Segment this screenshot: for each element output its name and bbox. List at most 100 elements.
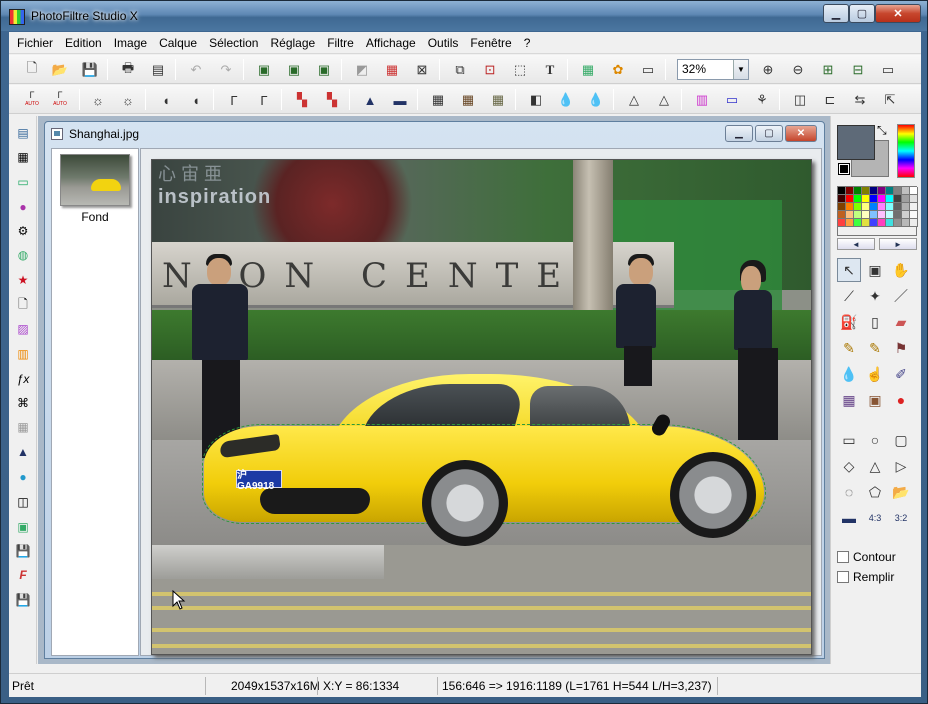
palette-swatch[interactable] — [870, 195, 878, 203]
save-html-icon[interactable]: 💾 — [14, 591, 32, 609]
fit-icon[interactable]: ⊡ — [479, 59, 501, 81]
color-mode-icon[interactable]: ▦ — [381, 59, 403, 81]
flip-vertical-icon[interactable]: △ — [623, 89, 645, 111]
maximize-button[interactable]: ▢ — [849, 4, 875, 23]
monitor-icon[interactable]: ▭ — [14, 173, 32, 191]
foreground-color-swatch[interactable] — [837, 125, 875, 160]
menu-outils[interactable]: Outils — [422, 33, 465, 53]
line-tool-icon[interactable]: ／ — [889, 284, 913, 308]
print-icon[interactable]: 🖶 — [117, 59, 139, 81]
soften-icon[interactable]: 💧 — [585, 89, 607, 111]
mosaic-icon[interactable]: ▦ — [427, 89, 449, 111]
pattern-brush-icon[interactable]: ✐ — [889, 362, 913, 386]
menu-image[interactable]: Image — [108, 33, 153, 53]
palette-swatch[interactable] — [838, 219, 846, 227]
advanced-brush-icon[interactable]: ✎ — [863, 336, 887, 360]
sphere-icon[interactable]: ● — [14, 198, 32, 216]
palette-swatch[interactable] — [910, 219, 918, 227]
page-icon[interactable]: 🗋 — [14, 296, 32, 314]
palette-swatch[interactable] — [910, 211, 918, 219]
hand-tool-icon[interactable]: ✋ — [889, 258, 913, 282]
palette-swatch[interactable] — [870, 211, 878, 219]
doc-minimize-button[interactable]: ▁ — [725, 125, 753, 142]
brightness-down-icon[interactable]: ☼ — [87, 89, 109, 111]
lasso-icon[interactable]: ◌ — [837, 480, 861, 504]
palette-swatch[interactable] — [838, 187, 846, 195]
palette-swatch[interactable] — [838, 211, 846, 219]
fullscreen-icon[interactable]: ▭ — [877, 59, 899, 81]
palette-swatch[interactable] — [878, 211, 886, 219]
palette-swatch[interactable] — [862, 203, 870, 211]
stamp-icon[interactable]: ⚑ — [889, 336, 913, 360]
window-icon[interactable]: ▭ — [637, 59, 659, 81]
canvas-area[interactable]: 心 宙 亜 inspiration N ON CENTER 沪GA9918 — [140, 148, 822, 656]
close-button[interactable]: ✕ — [875, 4, 921, 23]
photo-canvas[interactable]: 心 宙 亜 inspiration N ON CENTER 沪GA9918 — [151, 159, 812, 655]
polygon-icon[interactable]: ⬠ — [863, 480, 887, 504]
smudge-icon[interactable]: ☝ — [863, 362, 887, 386]
frame-icon[interactable]: ▭ — [721, 89, 743, 111]
palette-swatch[interactable] — [854, 187, 862, 195]
diamond-shape-icon[interactable]: ◇ — [837, 454, 861, 478]
chevron-down-icon[interactable]: ▼ — [733, 60, 748, 79]
star-icon[interactable]: ★ — [14, 271, 32, 289]
deform-icon[interactable]: ▦ — [837, 388, 861, 412]
palette-swatch[interactable] — [846, 203, 854, 211]
layer-thumbnail[interactable] — [60, 154, 130, 206]
menu-filtre[interactable]: Filtre — [321, 33, 360, 53]
explorer-icon[interactable]: ▦ — [577, 59, 599, 81]
transform-icon[interactable]: ⇆ — [849, 89, 871, 111]
spray-icon[interactable]: ▯ — [863, 310, 887, 334]
blur-drop-icon[interactable]: 💧 — [837, 362, 861, 386]
portrait-icon[interactable]: ▣ — [863, 388, 887, 412]
book-icon[interactable]: ◫ — [14, 493, 32, 511]
texture-icon[interactable]: ▦ — [457, 89, 479, 111]
palette-swatch[interactable] — [894, 195, 902, 203]
clover-icon[interactable]: ⌘ — [14, 394, 32, 412]
document-title[interactable]: Shanghai.jpg — [69, 127, 139, 141]
hue-picker[interactable] — [897, 124, 915, 178]
palette-swatch[interactable] — [862, 187, 870, 195]
palette-swatch[interactable] — [886, 195, 894, 203]
eraser-icon[interactable]: ▰ — [889, 310, 913, 334]
palette-swatch[interactable] — [862, 211, 870, 219]
save-icon[interactable]: 💾 — [79, 59, 101, 81]
auto-levels-icon[interactable]: Γ AUTO — [21, 89, 43, 111]
image-paste-icon[interactable]: ▣ — [253, 59, 275, 81]
fill-icon[interactable]: ▥ — [14, 345, 32, 363]
ball-icon[interactable]: ● — [14, 468, 32, 486]
menu-fenetre[interactable]: Fenêtre — [464, 33, 517, 53]
magic-wand-icon[interactable]: ✦ — [863, 284, 887, 308]
palette-swatch[interactable] — [902, 211, 910, 219]
palette-swatch[interactable] — [846, 187, 854, 195]
blur-icon[interactable]: 💧 — [555, 89, 577, 111]
contrast-up-icon[interactable]: ◖ — [185, 89, 207, 111]
flip-horizontal-icon[interactable]: △ — [653, 89, 675, 111]
globe-icon[interactable]: ◍ — [14, 246, 32, 264]
open-file-icon[interactable]: 📂 — [49, 59, 71, 81]
paint-bucket-icon[interactable]: ⛽ — [837, 310, 861, 334]
palette-swatch[interactable] — [910, 203, 918, 211]
palette-swatch[interactable] — [902, 219, 910, 227]
crop-icon[interactable]: ⧉ — [449, 59, 471, 81]
palette-swatch[interactable] — [862, 219, 870, 227]
fill-option[interactable]: Remplir — [837, 570, 894, 584]
palette-prev-button[interactable]: ◄ — [837, 238, 875, 250]
right-triangle-shape-icon[interactable]: ▷ — [889, 454, 913, 478]
palette-swatch[interactable] — [878, 187, 886, 195]
transparency-icon[interactable]: ◩ — [351, 59, 373, 81]
undo-icon[interactable]: ↶ — [185, 59, 207, 81]
swap-colors-icon[interactable]: ⤡ — [877, 123, 887, 138]
reset-colors-icon[interactable] — [838, 163, 850, 175]
ratio-free-icon[interactable]: ▬ — [837, 506, 861, 530]
app-icon[interactable] — [9, 9, 25, 25]
palette-swatch[interactable] — [894, 211, 902, 219]
palette-swatch[interactable] — [878, 195, 886, 203]
palette-swatch[interactable] — [838, 203, 846, 211]
menu-selection[interactable]: Sélection — [203, 33, 264, 53]
palette-swatch[interactable] — [838, 195, 846, 203]
title-bar[interactable]: PhotoFiltre Studio X ▁ ▢ ✕ — [1, 1, 927, 31]
rectangle-shape-icon[interactable]: ▭ — [837, 428, 861, 452]
strawberry-icon[interactable]: ● — [889, 388, 913, 412]
open-shape-icon[interactable]: 📂 — [889, 480, 913, 504]
